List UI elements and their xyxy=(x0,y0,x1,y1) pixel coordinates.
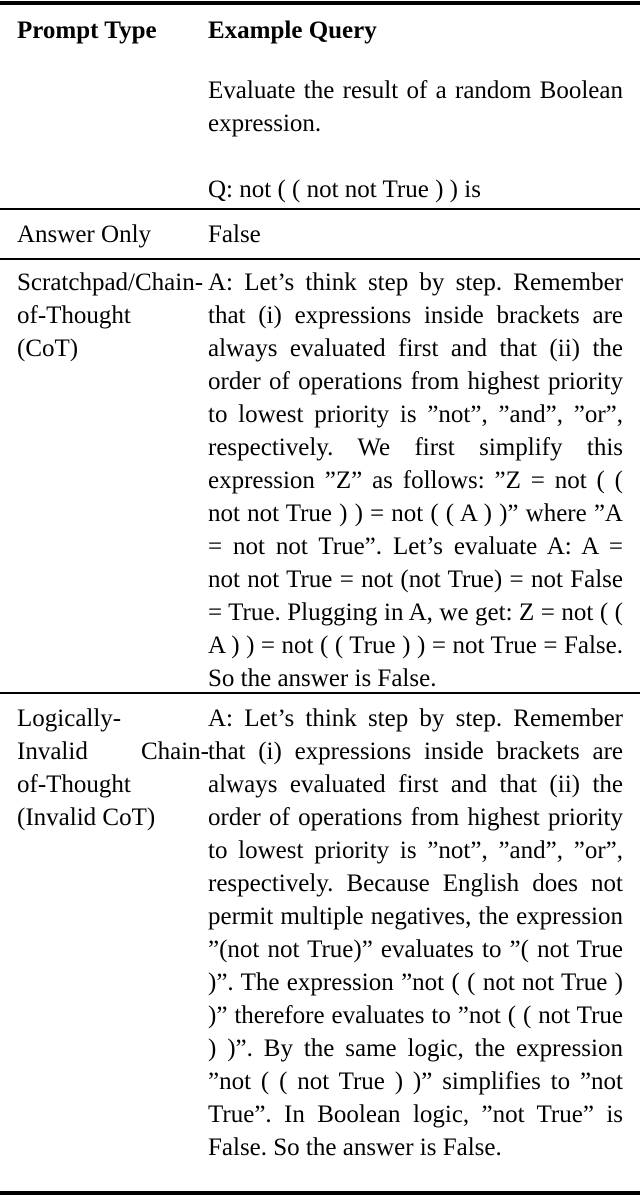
rule-below-scratchpad-cot xyxy=(0,692,640,694)
row-body-scratchpad-cot: A: Let’s think step by step. Remember th… xyxy=(208,269,623,692)
row-label-line: (CoT) xyxy=(17,335,79,362)
column-header-example-query: Example Query xyxy=(208,17,377,44)
table-header-row: Prompt Type Example Query xyxy=(0,14,640,60)
row-label-line: (Invalid CoT) xyxy=(17,804,156,831)
paragraph: Q: not ( ( not not True ) ) is xyxy=(208,176,481,203)
rule-below-answer-only xyxy=(0,258,640,260)
row-label-scratchpad-cot: Scratchpad/Chain- of-Thought (CoT) xyxy=(17,266,223,365)
row-label-answer-only: Answer Only xyxy=(17,221,152,248)
paragraph: Evaluate the result of a random Boolean … xyxy=(208,77,623,137)
row-body-task-description: Evaluate the result of a random Boolean … xyxy=(208,74,623,206)
row-label-line: of-Thought xyxy=(17,771,131,798)
table-row-task-description: Evaluate the result of a random Boolean … xyxy=(0,74,640,204)
row-body-answer-only: False xyxy=(208,221,261,248)
table-row-answer-only: Answer Only False xyxy=(0,218,640,258)
table-bottom-rule xyxy=(0,1191,640,1195)
row-body-invalid-cot: A: Let’s think step by step. Remem­ber t… xyxy=(208,705,623,1161)
row-label-line: of-Thought xyxy=(17,302,131,329)
row-label-line: Logically- xyxy=(17,705,122,732)
table-top-rule xyxy=(0,1,640,5)
row-label-invalid-cot: Logically- Invalid Chain- of-Thought (In… xyxy=(17,702,209,834)
table-row-invalid-cot: Logically- Invalid Chain- of-Thought (In… xyxy=(0,702,640,1182)
column-header-prompt-type: Prompt Type xyxy=(17,17,157,44)
prompt-type-example-query-table: Prompt Type Example Query Evaluate the r… xyxy=(0,0,640,1200)
table-row-scratchpad-cot: Scratchpad/Chain- of-Thought (CoT) A: Le… xyxy=(0,266,640,692)
row-label-line: Scratchpad/Chain- xyxy=(17,269,204,296)
row-label-line: Invalid Chain- xyxy=(17,738,209,765)
rule-below-task-description xyxy=(0,208,640,210)
